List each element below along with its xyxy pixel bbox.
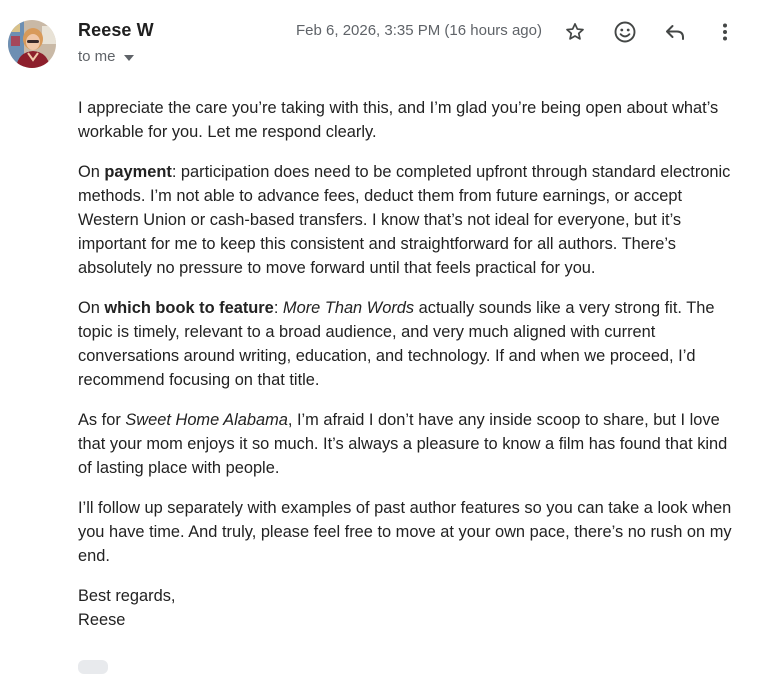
- message-date: Feb 6, 2026, 3:35 PM (16 hours ago): [296, 22, 542, 39]
- message-header: Reese W to me Feb 6, 2026, 3:35 PM (16 h…: [0, 0, 764, 80]
- star-icon: [566, 23, 584, 40]
- signature-name: Reese: [78, 611, 126, 629]
- p2-rest: : participation does need to be complete…: [78, 163, 731, 277]
- message-body: I appreciate the care you’re taking with…: [78, 96, 738, 648]
- p3-italic: More Than Words: [282, 299, 415, 317]
- paragraph-1: I appreciate the care you’re taking with…: [78, 99, 719, 141]
- more-options-button[interactable]: [709, 16, 741, 48]
- emoji-icon: [614, 21, 636, 43]
- p2-bold: payment: [104, 163, 172, 181]
- show-trimmed-content-button[interactable]: [78, 660, 108, 674]
- p3-prefix: On: [78, 299, 105, 317]
- reply-button[interactable]: [659, 16, 691, 48]
- p4-prefix: As for: [78, 411, 126, 429]
- closing: Best regards,: [78, 587, 176, 605]
- more-vert-icon: [723, 23, 727, 41]
- recipient-details-toggle[interactable]: to me: [78, 48, 134, 65]
- add-reaction-button[interactable]: [609, 16, 641, 48]
- p4-italic: Sweet Home Alabama: [125, 411, 288, 429]
- paragraph-film: As for Sweet Home Alabama, I’m afraid I …: [78, 408, 738, 480]
- p3-bold: which book to feature: [104, 299, 274, 317]
- sender-avatar[interactable]: [8, 20, 56, 68]
- chevron-down-icon: [123, 54, 134, 61]
- p2-prefix: On: [78, 163, 105, 181]
- paragraph-book: On which book to feature: More Than Word…: [78, 296, 738, 392]
- reply-icon: [666, 25, 684, 40]
- paragraph-payment: On payment: participation does need to b…: [78, 160, 738, 280]
- paragraph-follow-up: I’ll follow up separately with examples …: [78, 499, 732, 565]
- sender-name[interactable]: Reese W: [78, 20, 154, 41]
- star-button[interactable]: [559, 16, 591, 48]
- p3-colon: :: [273, 299, 283, 317]
- signature-block: Best regards, Reese: [78, 584, 738, 632]
- to-label: to me: [78, 48, 116, 65]
